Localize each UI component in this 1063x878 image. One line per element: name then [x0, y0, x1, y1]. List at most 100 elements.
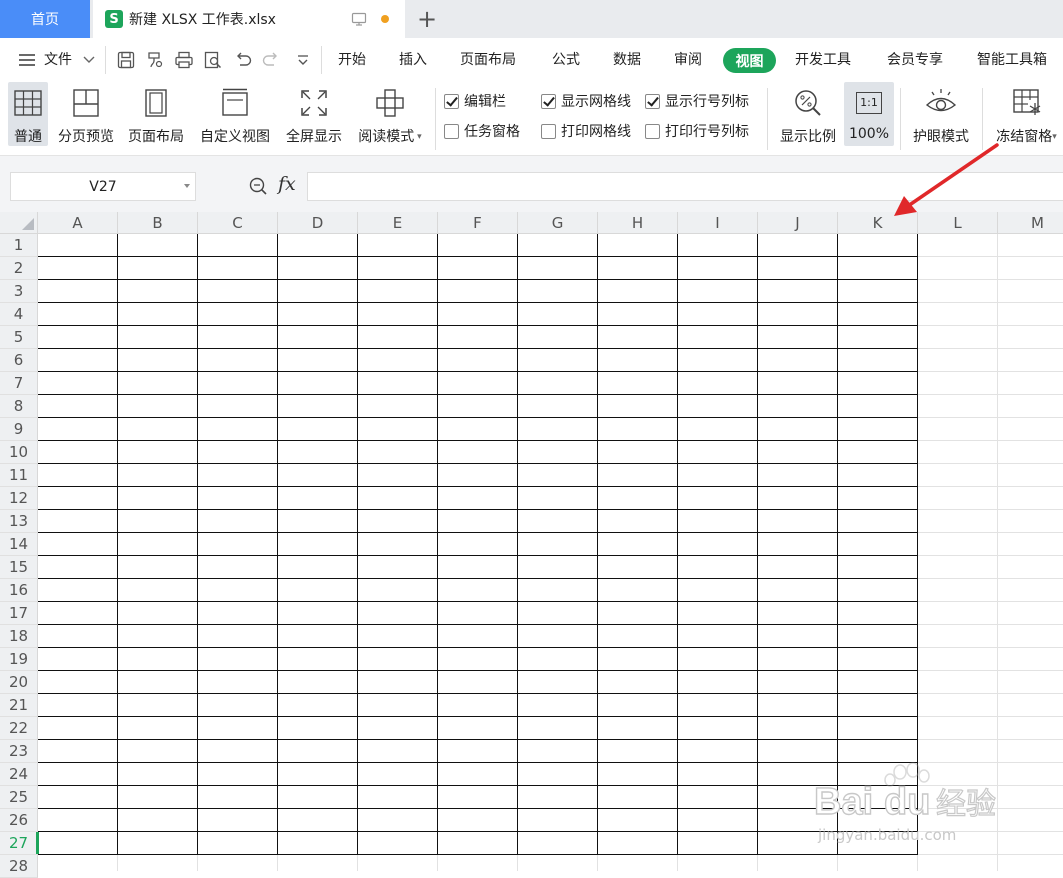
column-header-h[interactable]: H: [598, 212, 678, 234]
freeze-panes-button[interactable]: 冻结窗格▾: [990, 82, 1063, 146]
checkbox-checked-icon: [645, 93, 660, 109]
watermark-suffix: 经验: [936, 787, 996, 822]
row-header-7[interactable]: 7: [0, 372, 38, 395]
row-header-5[interactable]: 5: [0, 326, 38, 349]
watermark-brand-2: du: [884, 781, 930, 823]
hamburger-icon[interactable]: [18, 53, 36, 67]
column-header-j[interactable]: J: [758, 212, 838, 234]
print-gridlines-checkbox[interactable]: 打印网格线: [541, 121, 631, 141]
row-header-22[interactable]: 22: [0, 717, 38, 740]
menu-review[interactable]: 审阅: [674, 49, 702, 71]
menu-developer[interactable]: 开发工具: [795, 49, 851, 71]
tab-home[interactable]: 首页: [0, 0, 90, 38]
task-pane-checkbox[interactable]: 任务窗格: [444, 121, 520, 141]
column-header-c[interactable]: C: [198, 212, 278, 234]
chevron-down-icon[interactable]: [83, 56, 95, 64]
row-header-20[interactable]: 20: [0, 671, 38, 694]
column-header-a[interactable]: A: [38, 212, 118, 234]
new-tab-button[interactable]: +: [414, 6, 440, 32]
row-header-26[interactable]: 26: [0, 809, 38, 832]
formula-bar-checkbox[interactable]: 编辑栏: [444, 91, 506, 111]
page-break-preview-icon: [73, 89, 99, 117]
row-header-13[interactable]: 13: [0, 510, 38, 533]
row-header-8[interactable]: 8: [0, 395, 38, 418]
row-header-27[interactable]: 27: [0, 832, 38, 855]
show-gridlines-checkbox[interactable]: 显示网格线: [541, 91, 631, 111]
row-header-14[interactable]: 14: [0, 533, 38, 556]
zoom-label: 显示比例: [780, 129, 836, 145]
row-header-12[interactable]: 12: [0, 487, 38, 510]
row-header-11[interactable]: 11: [0, 464, 38, 487]
reading-mode-label: 阅读模式 ▾: [358, 129, 422, 145]
custom-view-label: 自定义视图: [200, 129, 270, 145]
column-header-e[interactable]: E: [358, 212, 438, 234]
eye-protection-button[interactable]: 护眼模式: [906, 82, 976, 146]
menu-insert[interactable]: 插入: [399, 49, 427, 71]
monitor-icon[interactable]: [351, 11, 367, 27]
zoom-100-button[interactable]: 1:1 100%: [844, 82, 894, 146]
print-headings-checkbox[interactable]: 打印行号列标: [645, 121, 749, 141]
menu-start[interactable]: 开始: [338, 49, 366, 71]
row-header-1[interactable]: 1: [0, 234, 38, 257]
normal-view-label: 普通: [14, 129, 42, 145]
print-icon[interactable]: [174, 50, 194, 70]
tab-document[interactable]: S 新建 XLSX 工作表.xlsx: [93, 0, 405, 38]
row-header-18[interactable]: 18: [0, 625, 38, 648]
annotation-arrow: [894, 143, 999, 216]
menu-data[interactable]: 数据: [613, 49, 641, 71]
row-header-25[interactable]: 25: [0, 786, 38, 809]
row-header-19[interactable]: 19: [0, 648, 38, 671]
one-to-one-icon: 1:1: [852, 86, 886, 120]
page-layout-view-label: 页面布局: [128, 129, 184, 145]
column-header-f[interactable]: F: [438, 212, 518, 234]
eye-icon: [925, 89, 957, 112]
format-painter-icon[interactable]: [145, 50, 165, 70]
name-box[interactable]: V27: [10, 172, 196, 201]
menu-file[interactable]: 文件: [44, 49, 72, 71]
menu-formulas[interactable]: 公式: [552, 49, 580, 71]
zoom-button[interactable]: 显示比例: [776, 82, 840, 146]
normal-view-button[interactable]: 普通: [8, 82, 48, 146]
undo-icon[interactable]: [233, 50, 253, 70]
column-header-d[interactable]: D: [278, 212, 358, 234]
menu-page-layout[interactable]: 页面布局: [460, 49, 516, 71]
row-header-21[interactable]: 21: [0, 694, 38, 717]
save-icon[interactable]: [116, 50, 136, 70]
custom-view-button[interactable]: 自定义视图: [196, 82, 274, 146]
zoom-percent-icon: [795, 90, 821, 116]
row-header-3[interactable]: 3: [0, 280, 38, 303]
redo-icon[interactable]: [261, 50, 281, 70]
full-screen-label: 全屏显示: [286, 129, 342, 145]
row-header-4[interactable]: 4: [0, 303, 38, 326]
row-header-6[interactable]: 6: [0, 349, 38, 372]
full-screen-button[interactable]: 全屏显示: [282, 82, 346, 146]
menu-member[interactable]: 会员专享: [887, 49, 943, 71]
dropdown-caret-icon[interactable]: [184, 184, 190, 188]
row-header-17[interactable]: 17: [0, 602, 38, 625]
page-break-preview-button[interactable]: 分页预览: [54, 82, 118, 146]
row-header-2[interactable]: 2: [0, 257, 38, 280]
menu-view[interactable]: 视图: [723, 48, 776, 73]
row-header-24[interactable]: 24: [0, 763, 38, 786]
checkbox-checked-icon: [541, 93, 556, 109]
customize-toolbar-icon[interactable]: [293, 50, 313, 70]
page-layout-view-button[interactable]: 页面布局: [124, 82, 188, 146]
zoom-formula-icon[interactable]: [248, 176, 268, 196]
freeze-panes-icon: [1012, 89, 1040, 115]
show-headings-checkbox[interactable]: 显示行号列标: [645, 91, 749, 111]
menu-smart-toolbox[interactable]: 智能工具箱: [977, 49, 1047, 71]
reading-mode-button[interactable]: 阅读模式 ▾: [352, 82, 428, 146]
function-icon[interactable]: fx: [278, 173, 296, 195]
column-header-b[interactable]: B: [118, 212, 198, 234]
select-all-corner[interactable]: [0, 212, 38, 234]
row-header-15[interactable]: 15: [0, 556, 38, 579]
row-header-10[interactable]: 10: [0, 441, 38, 464]
menu-bar: 文件 开始 插入 页面布局 公式 数据 审阅 视图 开发工具 会员专享 智能工具…: [0, 38, 1063, 82]
row-header-16[interactable]: 16: [0, 579, 38, 602]
column-header-i[interactable]: I: [678, 212, 758, 234]
print-preview-icon[interactable]: [203, 50, 223, 70]
row-header-9[interactable]: 9: [0, 418, 38, 441]
row-header-28[interactable]: 28: [0, 855, 38, 878]
column-header-g[interactable]: G: [518, 212, 598, 234]
row-header-23[interactable]: 23: [0, 740, 38, 763]
